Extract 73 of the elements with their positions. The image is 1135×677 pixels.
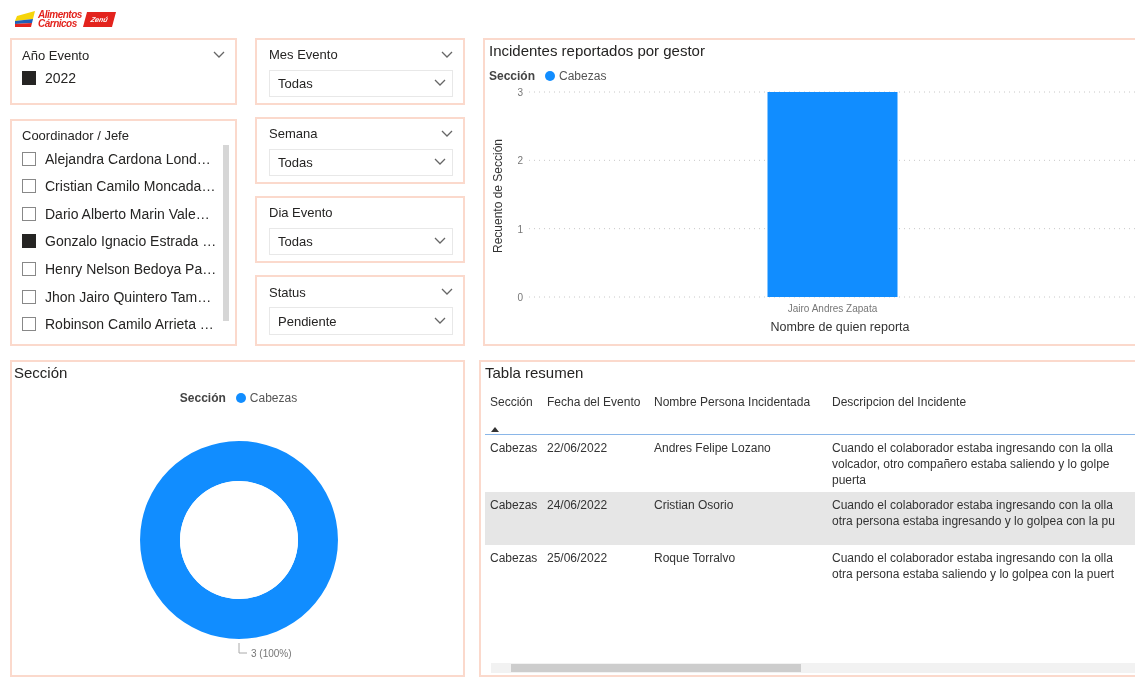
slicer-item[interactable]: Robinson Camilo Arrieta … xyxy=(22,310,225,338)
slicer-item[interactable]: Henry Nelson Bedoya Pa… xyxy=(22,255,225,283)
slicer-title: Dia Evento xyxy=(269,205,333,221)
checkbox[interactable] xyxy=(22,151,36,166)
axis-tick-label: 3 xyxy=(517,87,523,98)
table-cell-text: 24/06/2022 xyxy=(546,497,609,514)
chevron-icon[interactable] xyxy=(434,158,446,167)
x-axis-title: Nombre de quien reporta xyxy=(770,320,910,334)
slicer-item[interactable]: Cristian Camilo Moncada… xyxy=(22,172,225,200)
slicer-item[interactable]: Jhon Jairo Quintero Tam… xyxy=(22,282,225,311)
chevron-icon[interactable] xyxy=(441,288,453,296)
slicer-title: Semana xyxy=(269,126,318,142)
legend-title: Sección xyxy=(489,69,536,83)
table-cell-text: Cabezas xyxy=(489,550,539,567)
dropdown-field[interactable]: Pendiente xyxy=(269,307,453,335)
sort-ascending-icon[interactable] xyxy=(491,427,499,432)
checkbox[interactable] xyxy=(22,317,36,332)
table-cell-text: Cabezas xyxy=(489,497,539,514)
checkbox[interactable] xyxy=(22,71,36,85)
dropdown-field[interactable]: Todas xyxy=(269,69,453,97)
slicer-item[interactable]: Alejandra Cardona Lond… xyxy=(22,144,225,173)
table-cell-text: Cuando el colaborador estaba ingresando con la olla otra persona estaba ingresando y lo golpea con la pu xyxy=(831,497,1116,530)
table-cell-text: Cuando el colaborador estaba ingresando con la olla volcador, otro compañero estaba saliendo y lo golpe puerta xyxy=(831,440,1114,489)
table-title: Tabla resumen xyxy=(485,364,585,381)
column-header[interactable]: Nombre Persona Incidentada xyxy=(649,389,827,425)
y-axis-title: Recuento de Sección xyxy=(491,138,505,254)
chevron-icon[interactable] xyxy=(434,317,446,325)
table-cell-text: Cuando el colaborador estaba ingresando con la olla otra persona estaba saliendo y lo golpea con la puert xyxy=(831,550,1116,583)
checkbox[interactable] xyxy=(22,234,36,249)
leader-line xyxy=(238,642,248,654)
table-cell-text: 25/06/2022 xyxy=(546,550,609,567)
chevron-icon[interactable] xyxy=(434,237,446,246)
legend-label: Cabezas xyxy=(559,69,607,83)
column-header[interactable]: Descripcion del Incidente xyxy=(827,389,1135,425)
chevron-icon[interactable] xyxy=(441,129,453,138)
data-label: 3 (100%) xyxy=(251,648,292,659)
legend-title: Sección xyxy=(179,391,226,405)
chevron-icon[interactable] xyxy=(441,50,453,59)
table-cell-text: Cristian Osorio xyxy=(653,497,735,514)
chart-title: Incidentes reportados por gestor xyxy=(489,42,706,59)
slicer-item[interactable]: Dario Alberto Marin Vale… xyxy=(22,199,225,228)
donut-slice[interactable] xyxy=(140,441,338,639)
table-cell-text: Cabezas xyxy=(489,440,539,457)
checkbox[interactable] xyxy=(22,179,36,194)
checkbox[interactable] xyxy=(22,262,36,276)
dropdown-field[interactable]: Todas xyxy=(269,148,453,176)
column-header[interactable]: Fecha del Evento xyxy=(542,389,649,425)
axis-tick-label: 0 xyxy=(517,292,523,303)
slicer-item[interactable]: 2022 xyxy=(22,64,225,92)
slicer-title: Status xyxy=(269,284,306,300)
checkbox[interactable] xyxy=(22,206,36,221)
horizontal-scrollbar[interactable] xyxy=(491,663,1135,673)
logo-icon xyxy=(15,11,35,27)
legend-label: Cabezas xyxy=(249,391,298,405)
column-header[interactable]: Sección xyxy=(485,389,542,425)
axis-tick-label: 2 xyxy=(517,155,523,167)
checkbox[interactable] xyxy=(22,289,36,304)
table-cell-text: Roque Torralvo xyxy=(653,550,737,567)
table-cell-text: 22/06/2022 xyxy=(546,440,609,457)
dropdown-field[interactable]: Todas xyxy=(269,227,453,255)
slicer-title: Mes Evento xyxy=(269,47,338,63)
scrollbar[interactable] xyxy=(223,145,229,321)
logo-text: Alimentos Cárnicos xyxy=(38,10,82,28)
slicer-item[interactable]: Gonzalo Ignacio Estrada … xyxy=(22,227,225,256)
category-label: Jairo Andres Zapata xyxy=(787,303,878,314)
slicer-title: Año Evento xyxy=(22,47,90,63)
axis-tick-label: 1 xyxy=(517,223,523,235)
table-cell-text: Andres Felipe Lozano xyxy=(653,440,772,457)
slicer-title: Coordinador / Jefe xyxy=(22,128,129,144)
chevron-icon[interactable] xyxy=(213,51,225,59)
table-row[interactable]: Cabezas 24/06/2022 Cristian Osorio Cuando el colaborador estaba ingresando con la olla otra persona estaba ingresando y lo golpea con la pu xyxy=(485,492,1135,545)
chart-title: Sección xyxy=(14,364,69,381)
chevron-icon[interactable] xyxy=(434,79,446,88)
